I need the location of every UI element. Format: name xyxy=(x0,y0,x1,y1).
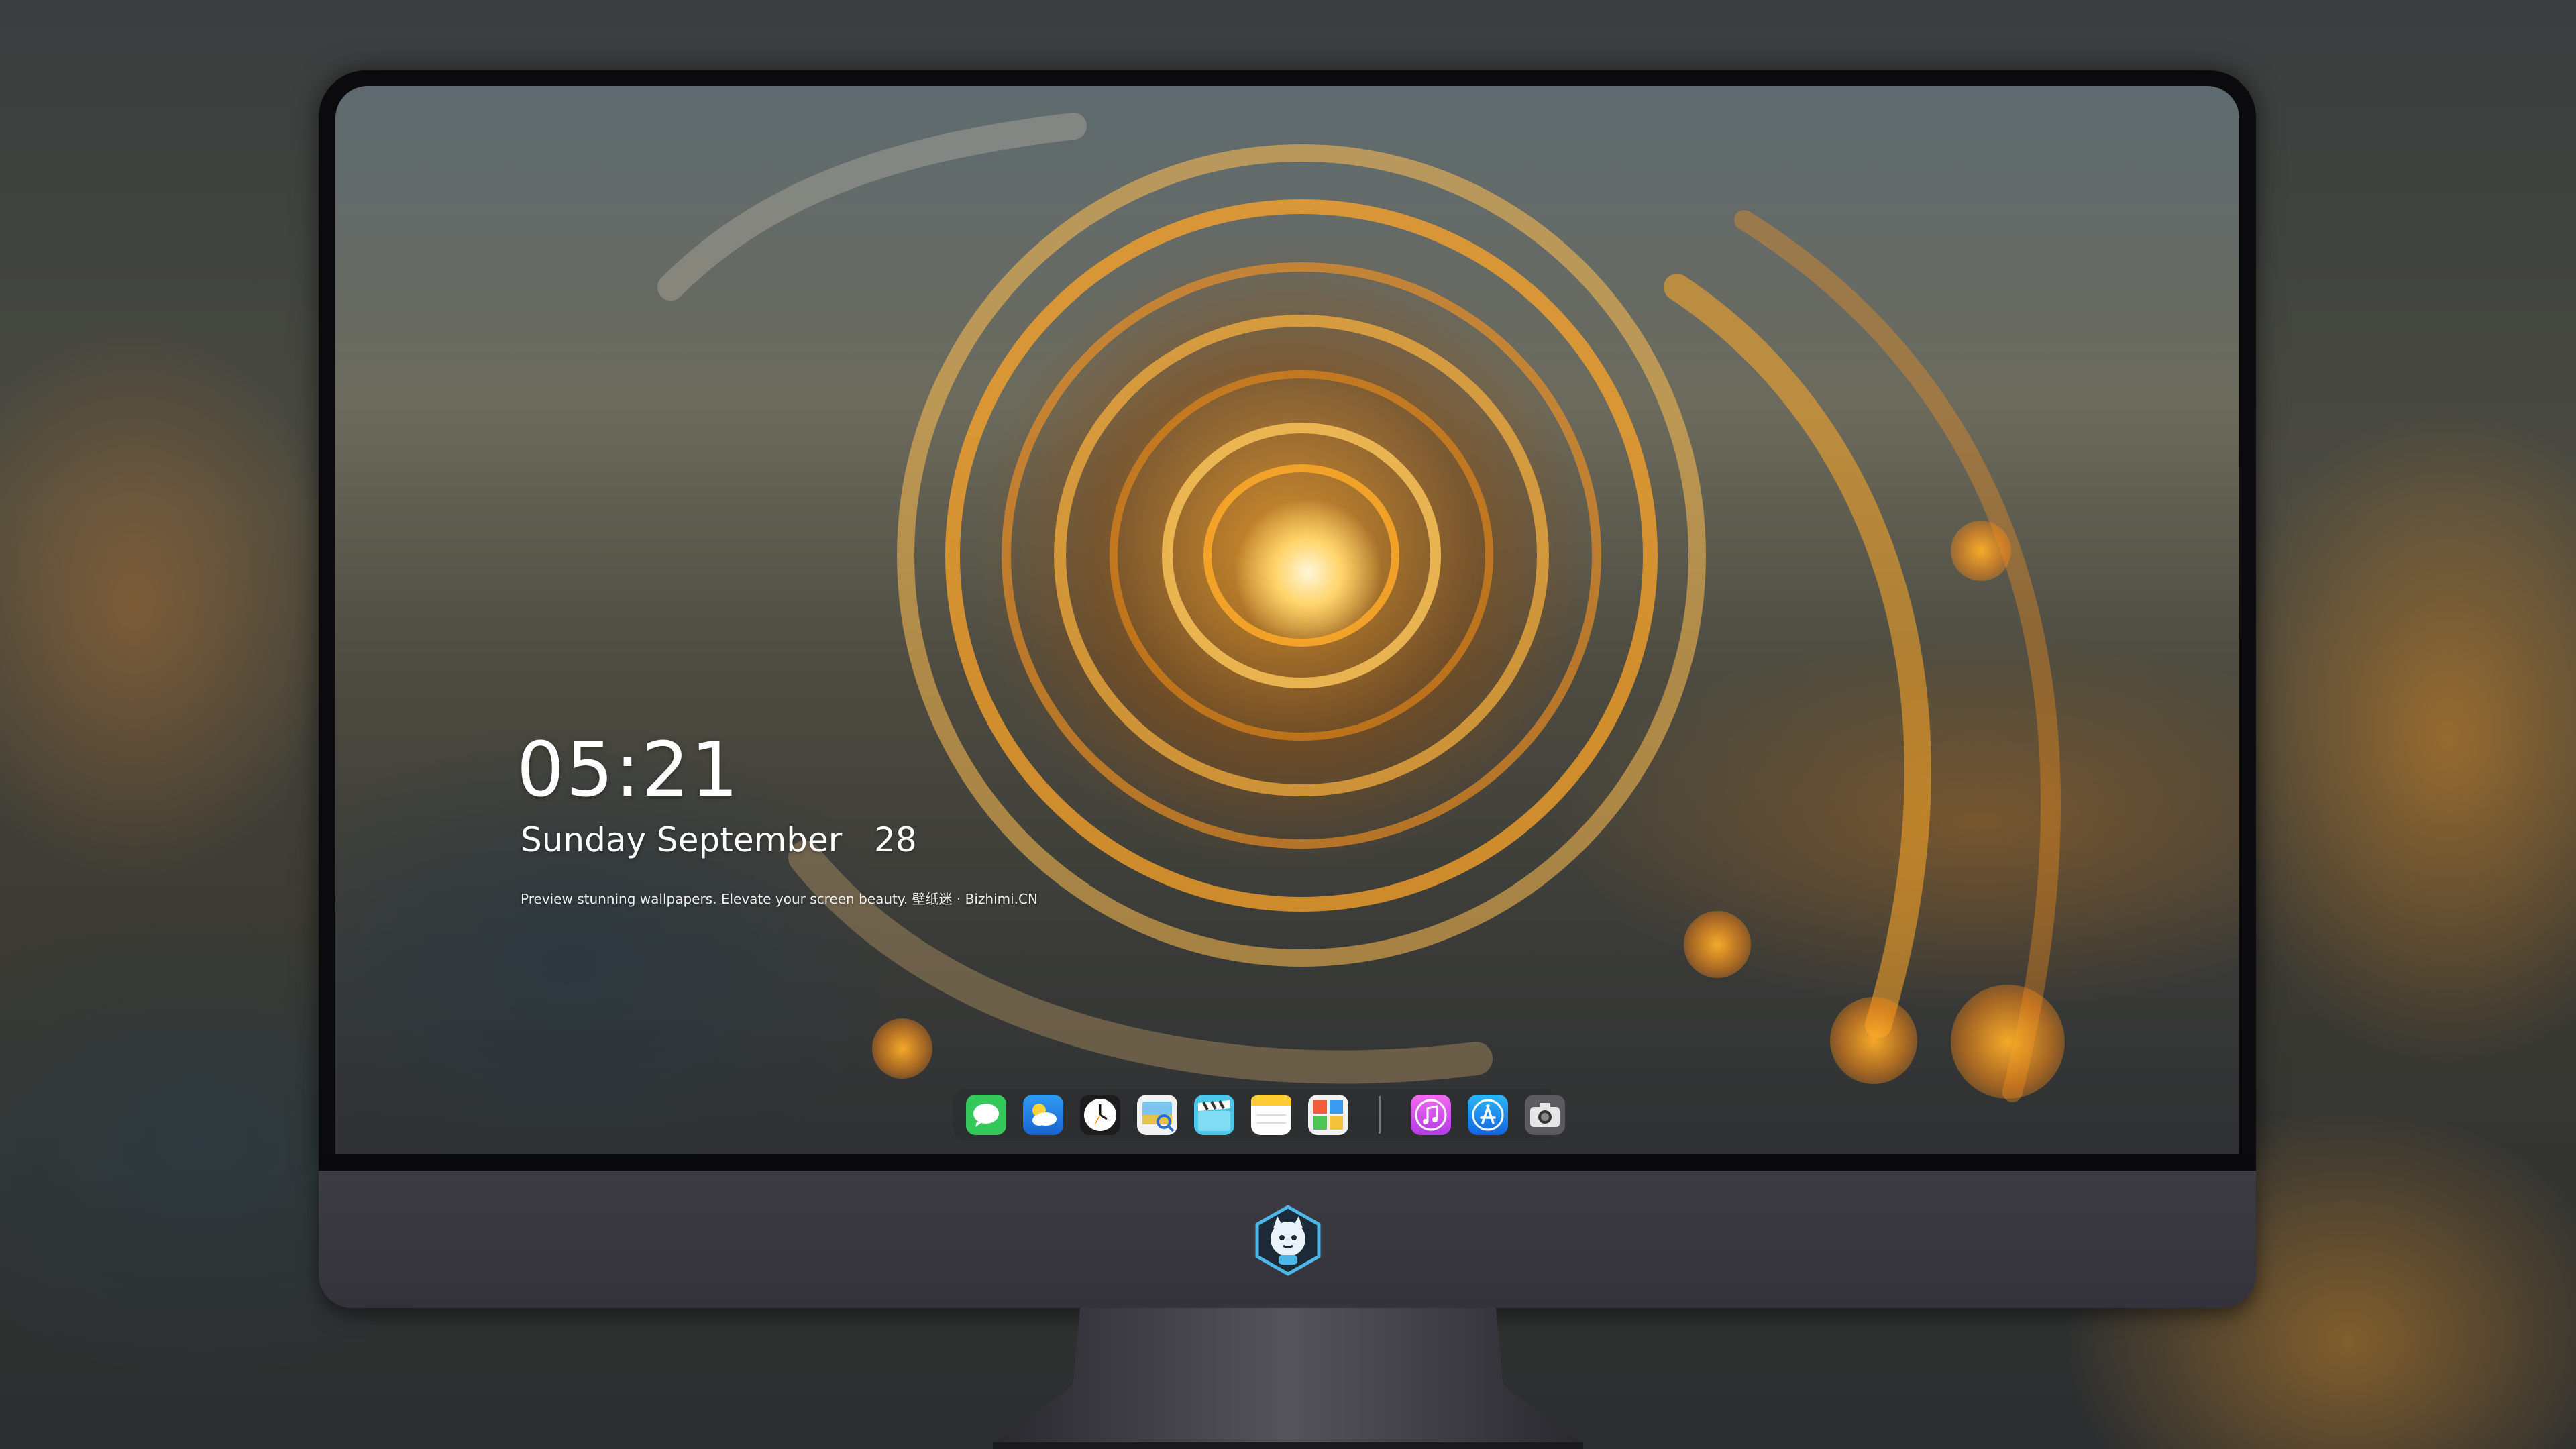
wallpaper-glass-rings xyxy=(657,113,2061,1102)
lock-screen-time: 05:21 xyxy=(517,727,740,814)
dock-separator xyxy=(1379,1096,1381,1134)
bokeh-light xyxy=(872,1018,932,1079)
wallpaper-caption: Preview stunning wallpapers. Elevate you… xyxy=(521,891,1038,907)
camera-icon[interactable] xyxy=(1525,1095,1565,1135)
app-store-icon[interactable] xyxy=(1468,1095,1508,1135)
preview-icon[interactable] xyxy=(1137,1095,1177,1135)
bokeh-light xyxy=(1684,911,1751,978)
bokeh-light xyxy=(1951,521,2011,581)
messages-icon[interactable] xyxy=(966,1095,1006,1135)
monitor-stand xyxy=(993,1308,1583,1449)
itunes-icon[interactable] xyxy=(1411,1095,1451,1135)
dock xyxy=(953,1089,1565,1141)
desktop-background: 05:21 Sunday September 28 Preview stunni… xyxy=(0,0,2576,1449)
claquette-icon[interactable] xyxy=(1194,1095,1234,1135)
photo-booth-icon[interactable] xyxy=(1308,1095,1348,1135)
bokeh-light xyxy=(1951,985,2065,1099)
mascot-logo-icon xyxy=(1255,1205,1321,1276)
lock-screen-date: Sunday September 28 xyxy=(521,820,917,859)
clock-icon[interactable] xyxy=(1080,1095,1120,1135)
weather-icon[interactable] xyxy=(1023,1095,1063,1135)
notes-icon[interactable] xyxy=(1251,1095,1291,1135)
bokeh-light xyxy=(1830,997,1917,1084)
monitor-screen: 05:21 Sunday September 28 Preview stunni… xyxy=(335,86,2239,1154)
